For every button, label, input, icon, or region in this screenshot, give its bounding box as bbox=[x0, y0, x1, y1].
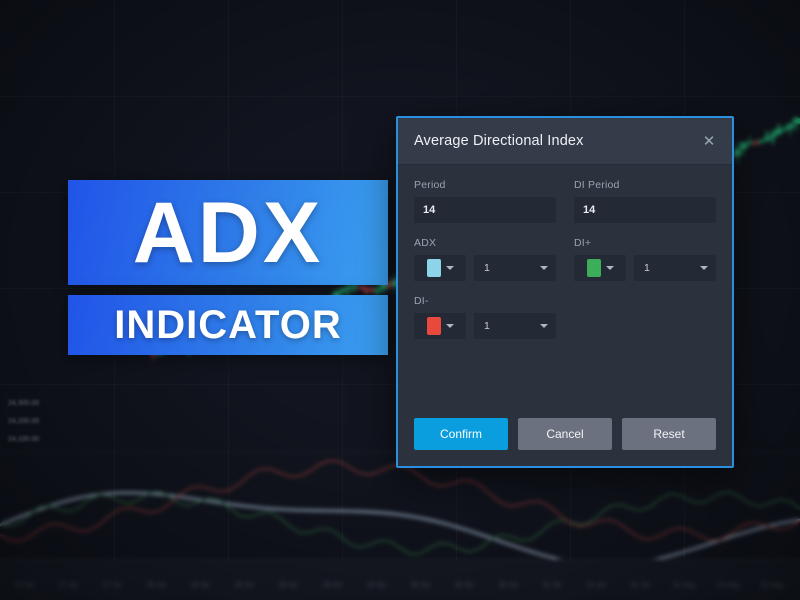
time-axis-label: 30 Jul bbox=[498, 582, 518, 589]
candle-wick bbox=[748, 135, 751, 147]
chevron-down-icon bbox=[445, 324, 454, 328]
candlestick bbox=[769, 133, 777, 138]
time-axis-label: 01 Aug bbox=[717, 582, 739, 589]
diminus-style-row: 1 bbox=[414, 313, 556, 339]
time-axis-label: 31 Jul bbox=[542, 582, 562, 589]
adx-label: ADX bbox=[414, 237, 437, 249]
confirm-button[interactable]: Confirm bbox=[414, 418, 508, 450]
diplus-width-select[interactable]: 1 bbox=[634, 255, 716, 281]
adx-width-value: 1 bbox=[484, 262, 490, 274]
price-axis-label: 24,200.00 bbox=[8, 418, 40, 425]
di-period-field-group: DI Period bbox=[574, 179, 716, 223]
candlestick bbox=[793, 118, 800, 124]
time-axis-label: 27 Jul bbox=[102, 582, 122, 589]
chevron-down-icon bbox=[540, 324, 548, 328]
time-axis-label: 30 Jul bbox=[410, 582, 430, 589]
diminus-width-select[interactable]: 1 bbox=[474, 313, 556, 339]
diminus-color-picker[interactable] bbox=[414, 313, 466, 339]
adx-indicator-pane bbox=[0, 452, 800, 561]
reset-button[interactable]: Reset bbox=[622, 418, 716, 450]
diplus-color-picker[interactable] bbox=[574, 255, 626, 281]
period-field-group: Period bbox=[414, 179, 556, 223]
diminus-width-value: 1 bbox=[484, 320, 490, 332]
time-axis-label: 31 Jul bbox=[586, 582, 606, 589]
chevron-down-icon bbox=[540, 266, 548, 270]
diplus-width-value: 1 bbox=[644, 262, 650, 274]
adx-color-picker[interactable] bbox=[414, 255, 466, 281]
adx-line-group: ADX 1 bbox=[414, 237, 556, 281]
period-input[interactable] bbox=[414, 197, 556, 223]
chevron-down-icon bbox=[445, 266, 454, 270]
dialog-titlebar: Average Directional Index ✕ bbox=[398, 118, 732, 165]
diplus-line-group: DI+ 1 bbox=[574, 237, 716, 281]
time-axis-label: 29 Jul bbox=[278, 582, 298, 589]
banner-adx-box: ADX bbox=[68, 180, 388, 285]
adx-color-swatch bbox=[426, 259, 441, 277]
diminus-color-swatch bbox=[426, 317, 441, 335]
candlestick bbox=[734, 149, 742, 156]
diminus-label: DI- bbox=[414, 295, 429, 307]
diminus-row: DI- 1 bbox=[414, 295, 716, 339]
time-axis-label: 28 Jul bbox=[190, 582, 210, 589]
di-period-label: DI Period bbox=[574, 179, 620, 191]
candlestick bbox=[751, 142, 759, 145]
chevron-down-icon bbox=[605, 266, 614, 270]
chevron-down-icon bbox=[700, 266, 708, 270]
cancel-button[interactable]: Cancel bbox=[518, 418, 612, 450]
time-axis: 27 Jul 27 Jul 27 Jul 28 Jul 28 Jul 28 Jul 29 J… bbox=[0, 559, 800, 600]
price-axis-label: 24,100.00 bbox=[8, 436, 40, 443]
dialog-footer: Confirm Cancel Reset bbox=[398, 412, 732, 466]
time-axis-label: 01 Aug bbox=[761, 582, 783, 589]
dialog-body: Period DI Period ADX 1 bbox=[398, 165, 732, 412]
candlestick bbox=[787, 124, 795, 129]
period-label: Period bbox=[414, 179, 446, 191]
time-axis-label: 28 Jul bbox=[146, 582, 166, 589]
adx-style-row: 1 bbox=[414, 255, 556, 281]
adx-width-select[interactable]: 1 bbox=[474, 255, 556, 281]
time-axis-label: 27 Jul bbox=[58, 582, 78, 589]
adx-indicator-lines bbox=[0, 459, 800, 561]
adx-diplus-row: ADX 1 DI+ 1 bbox=[414, 237, 716, 281]
grid-line-horizontal bbox=[0, 96, 800, 97]
indicator-settings-dialog: Average Directional Index ✕ Period DI Pe… bbox=[396, 116, 734, 468]
diplus-color-swatch bbox=[586, 259, 601, 277]
dialog-title: Average Directional Index bbox=[414, 133, 584, 149]
banner-indicator-text: INDICATOR bbox=[114, 303, 342, 347]
period-fields-row: Period DI Period bbox=[414, 179, 716, 223]
diplus-label: DI+ bbox=[574, 237, 592, 249]
banner-adx-text: ADX bbox=[132, 184, 324, 281]
time-axis-label: 31 Jul bbox=[630, 582, 650, 589]
adx-banner: ADX INDICATOR bbox=[68, 180, 388, 355]
price-axis-label: 24,300.00 bbox=[8, 400, 40, 407]
time-axis-label: 29 Jul bbox=[322, 582, 342, 589]
diminus-line-group: DI- 1 bbox=[414, 295, 556, 339]
candlestick bbox=[781, 128, 789, 131]
di-period-input[interactable] bbox=[574, 197, 716, 223]
close-icon[interactable]: ✕ bbox=[700, 132, 718, 150]
candlestick bbox=[763, 137, 771, 140]
time-axis-label: 28 Jul bbox=[234, 582, 254, 589]
time-axis-label: 30 Jul bbox=[454, 582, 474, 589]
time-axis-label: 29 Jul bbox=[366, 582, 386, 589]
diplus-style-row: 1 bbox=[574, 255, 716, 281]
banner-indicator-box: INDICATOR bbox=[68, 295, 388, 355]
diminus-row-spacer bbox=[574, 295, 716, 339]
time-axis-label: 01 Aug bbox=[673, 582, 695, 589]
time-axis-label: 27 Jul bbox=[14, 582, 34, 589]
